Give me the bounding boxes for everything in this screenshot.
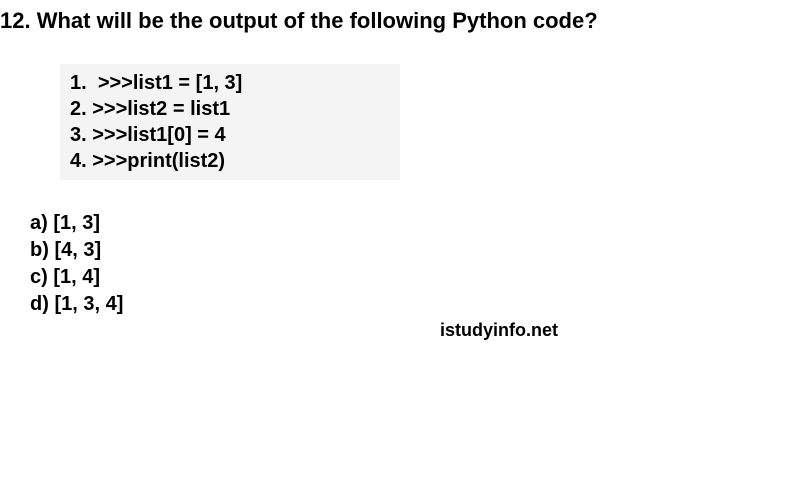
option-a[interactable]: a) [1, 3] — [30, 210, 800, 237]
code-line-number: 4. — [70, 150, 87, 172]
code-line: 3. >>>list1[0] = 4 — [70, 122, 390, 148]
code-line-content: >>>list1 = [1, 3] — [98, 72, 243, 94]
option-c[interactable]: c) [1, 4] — [30, 264, 800, 291]
code-line-content: >>>list1[0] = 4 — [92, 124, 225, 146]
code-line-number: 2. — [70, 98, 87, 120]
code-line: 1. >>>list1 = [1, 3] — [70, 70, 390, 96]
option-text: [4, 3] — [54, 239, 101, 261]
code-line: 4. >>>print(list2) — [70, 148, 390, 174]
option-text: [1, 4] — [53, 266, 100, 288]
code-line-number: 3. — [70, 124, 87, 146]
code-line-content: >>>list2 = list1 — [92, 98, 230, 120]
option-text: [1, 3] — [53, 212, 100, 234]
options-list: a) [1, 3] b) [4, 3] c) [1, 4] d) [1, 3, … — [30, 210, 800, 318]
question-text: What will be the output of the following… — [37, 8, 598, 33]
option-label: c) — [30, 266, 48, 288]
watermark: istudyinfo.net — [440, 320, 558, 341]
option-label: b) — [30, 239, 49, 261]
question-heading: 12. What will be the output of the follo… — [0, 0, 800, 34]
option-text: [1, 3, 4] — [54, 293, 123, 315]
code-line: 2. >>>list2 = list1 — [70, 96, 390, 122]
option-b[interactable]: b) [4, 3] — [30, 237, 800, 264]
option-d[interactable]: d) [1, 3, 4] — [30, 291, 800, 318]
code-line-content: >>>print(list2) — [92, 150, 225, 172]
option-label: a) — [30, 212, 48, 234]
option-label: d) — [30, 293, 49, 315]
code-block: 1. >>>list1 = [1, 3] 2. >>>list2 = list1… — [60, 64, 400, 180]
code-line-number: 1. — [70, 72, 87, 94]
question-number: 12. — [0, 8, 31, 33]
